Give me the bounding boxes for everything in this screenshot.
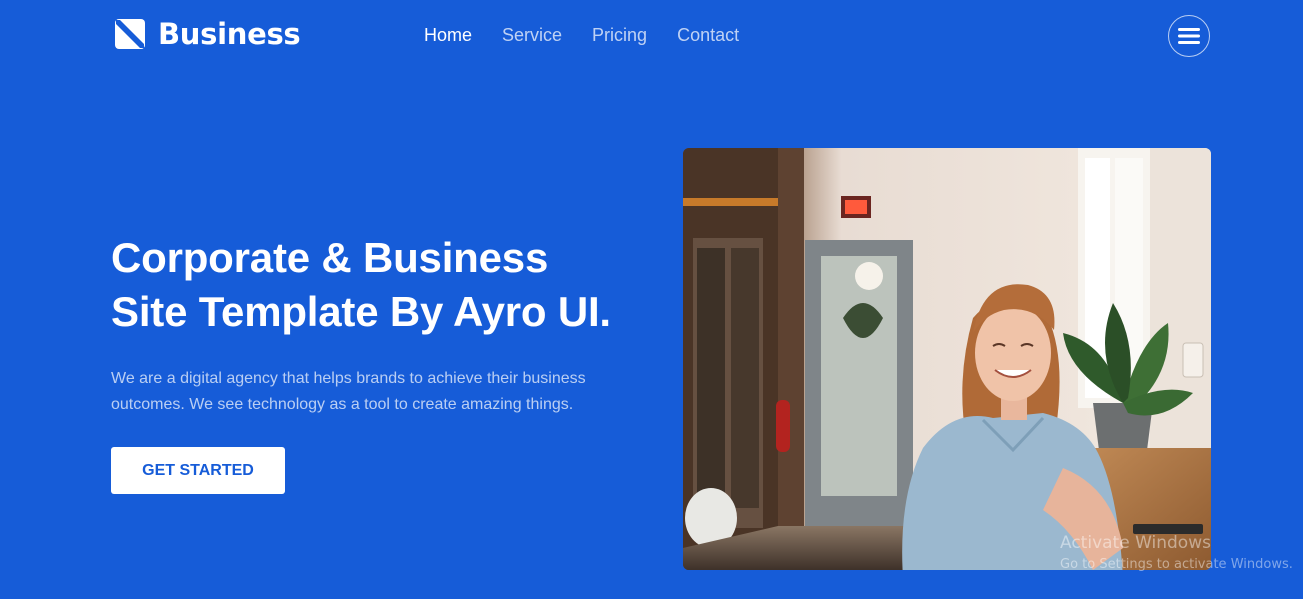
nav-pricing-link[interactable]: Pricing (592, 25, 647, 47)
brand-logo-icon (115, 19, 145, 49)
main-nav: Home Service Pricing Contact (424, 25, 739, 47)
hero-description-line-1: We are a digital agency that helps brand… (111, 370, 586, 387)
hamburger-menu-icon (1178, 28, 1200, 44)
hero-title-line-1: Corporate & Business (111, 234, 549, 281)
site-header: Business Home Service Pricing Contact (0, 0, 1303, 72)
brand-logo[interactable]: Business (114, 17, 301, 51)
hero-image (683, 148, 1211, 570)
menu-button[interactable] (1168, 15, 1210, 57)
hero-description-line-2: outcomes. We see technology as a tool to… (111, 396, 574, 413)
hero-title-line-2: Site Template By Ayro UI. (111, 288, 611, 335)
nav-contact-link[interactable]: Contact (677, 25, 739, 47)
nav-service-link[interactable]: Service (502, 25, 562, 47)
brand-name: Business (158, 17, 301, 51)
hero-photo-illustration (683, 148, 1211, 570)
get-started-button[interactable]: GET STARTED (111, 447, 285, 494)
nav-home-link[interactable]: Home (424, 25, 472, 47)
hero-description: We are a digital agency that helps brand… (111, 366, 631, 418)
hero-title: Corporate & Business Site Template By Ay… (111, 231, 671, 339)
